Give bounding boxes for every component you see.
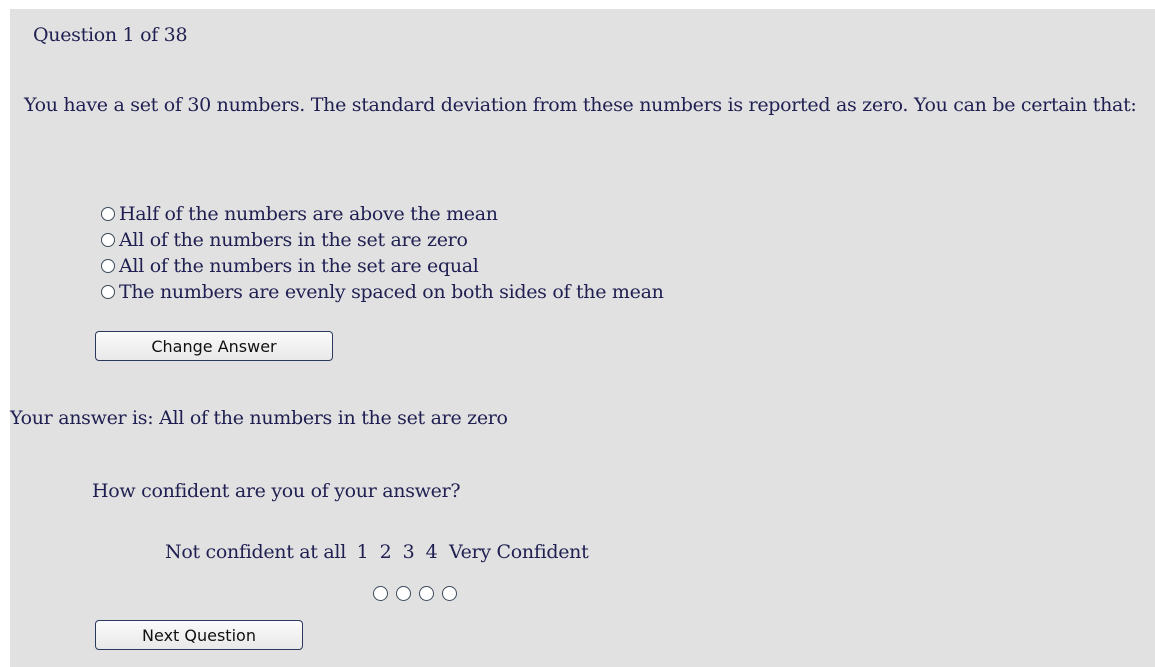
scale-level-label: 2 [379, 541, 392, 563]
scale-high-label: Very Confident [448, 541, 589, 563]
answer-options: Half of the numbers are above the mean A… [101, 201, 664, 305]
question-text: You have a set of 30 numbers. The standa… [24, 94, 1137, 116]
question-panel: Question 1 of 38 You have a set of 30 nu… [10, 9, 1155, 667]
radio-button[interactable] [101, 233, 115, 247]
answer-option-label: All of the numbers in the set are equal [119, 255, 479, 277]
question-counter: Question 1 of 38 [33, 24, 188, 46]
scale-level-label: 1 [356, 541, 369, 563]
answer-option-label: The numbers are evenly spaced on both si… [119, 281, 664, 303]
answer-option-label: All of the numbers in the set are zero [119, 229, 468, 251]
radio-button[interactable] [101, 207, 115, 221]
answer-option[interactable]: All of the numbers in the set are zero [101, 227, 664, 253]
scale-level-label: 4 [425, 541, 438, 563]
confidence-radio-group [373, 586, 465, 601]
confidence-prompt: How confident are you of your answer? [92, 480, 461, 502]
confidence-radio-2[interactable] [396, 586, 411, 601]
confidence-radio-1[interactable] [373, 586, 388, 601]
confidence-scale-labels: Not confident at all 1 2 3 4 Very Confid… [165, 540, 589, 564]
next-question-button[interactable]: Next Question [95, 620, 303, 650]
radio-button[interactable] [101, 285, 115, 299]
radio-button[interactable] [101, 259, 115, 273]
answer-option[interactable]: The numbers are evenly spaced on both si… [101, 279, 664, 305]
your-answer-text: Your answer is: All of the numbers in th… [10, 407, 508, 429]
confidence-radio-4[interactable] [442, 586, 457, 601]
change-answer-button[interactable]: Change Answer [95, 331, 333, 361]
confidence-radio-3[interactable] [419, 586, 434, 601]
answer-option-label: Half of the numbers are above the mean [119, 203, 498, 225]
answer-option[interactable]: All of the numbers in the set are equal [101, 253, 664, 279]
scale-level-label: 3 [402, 541, 415, 563]
scale-low-label: Not confident at all [165, 541, 346, 563]
answer-option[interactable]: Half of the numbers are above the mean [101, 201, 664, 227]
